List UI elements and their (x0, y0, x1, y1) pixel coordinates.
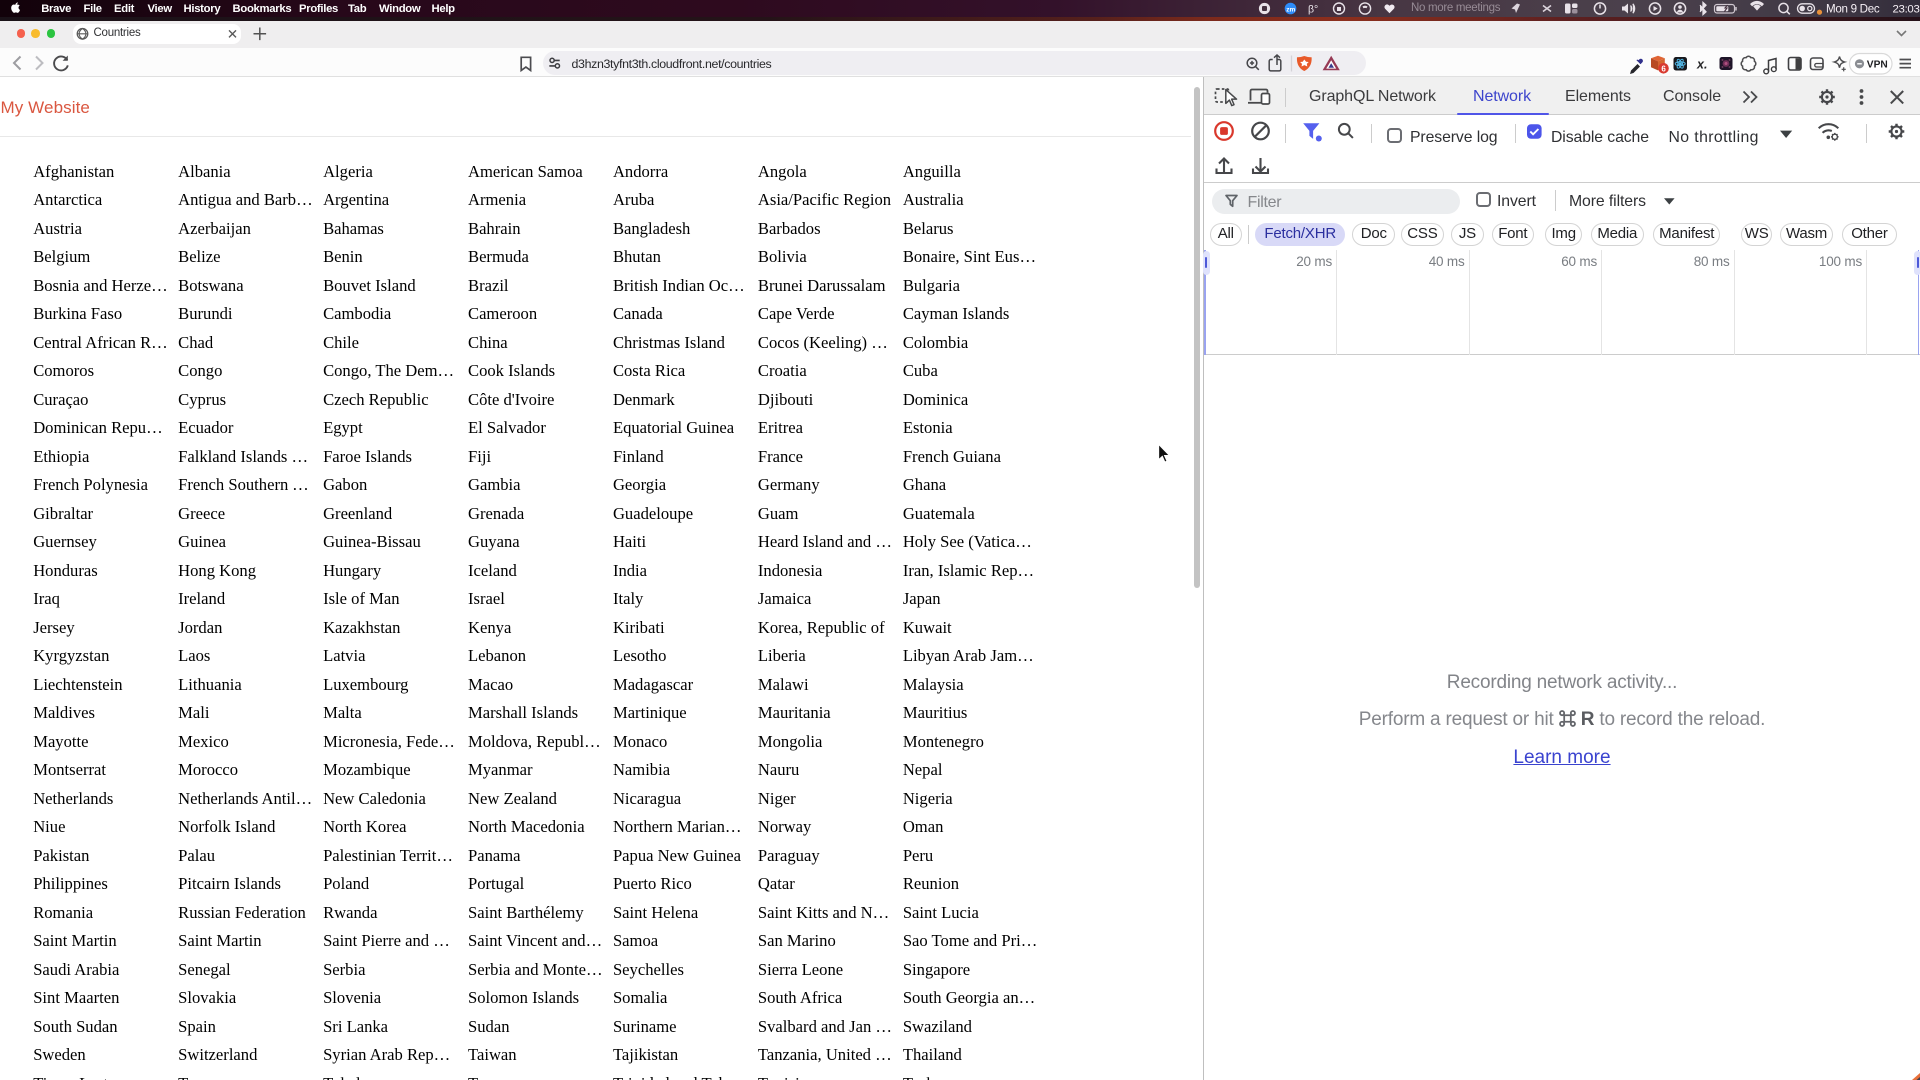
svg-text:6: 6 (1661, 64, 1666, 73)
svg-text:VPN: VPN (1867, 60, 1888, 71)
svg-text:β°: β° (1308, 4, 1318, 16)
svg-text:Mon 9 Dec: Mon 9 Dec (1826, 3, 1880, 16)
svg-text:23:03: 23:03 (1893, 4, 1920, 16)
svg-text:zm: zm (1286, 6, 1295, 13)
svg-text:x.: x. (1696, 58, 1707, 72)
